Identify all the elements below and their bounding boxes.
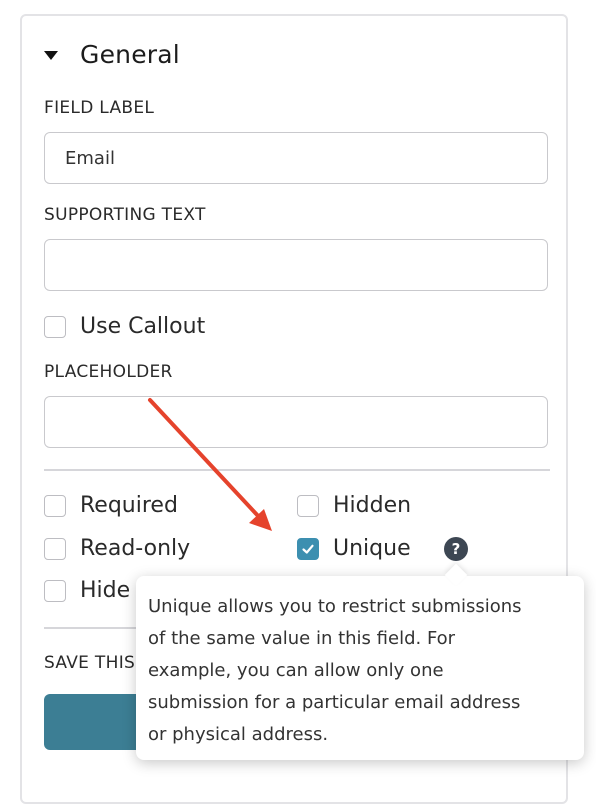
required-checkbox[interactable]: Required bbox=[44, 493, 178, 518]
tooltip-text: Unique allows you to restrict submission… bbox=[148, 591, 572, 751]
read-only-label: Read-only bbox=[80, 536, 191, 561]
supporting-text-input[interactable] bbox=[44, 239, 548, 291]
supporting-text-heading: SUPPORTING TEXT bbox=[44, 205, 206, 225]
required-label: Required bbox=[80, 493, 178, 518]
tooltip-line: or physical address. bbox=[148, 724, 329, 745]
checkbox-box[interactable] bbox=[44, 494, 66, 517]
tooltip-line: of the same value in this field. For bbox=[148, 628, 456, 649]
placeholder-heading: PLACEHOLDER bbox=[44, 362, 173, 382]
tooltip-line: example, you can allow only one bbox=[148, 660, 444, 681]
save-section-heading: SAVE THIS bbox=[44, 653, 136, 673]
unique-label: Unique bbox=[333, 536, 411, 561]
checkbox-box-checked[interactable] bbox=[297, 537, 319, 560]
hidden-label: Hidden bbox=[333, 493, 412, 518]
use-callout-checkbox[interactable]: Use Callout bbox=[44, 314, 205, 339]
triangle-down-icon bbox=[44, 51, 58, 60]
check-icon bbox=[302, 544, 314, 554]
field-label-input[interactable] bbox=[44, 132, 548, 184]
unique-help-tooltip: Unique allows you to restrict submission… bbox=[136, 576, 584, 760]
hidden-checkbox[interactable]: Hidden bbox=[297, 493, 411, 518]
tooltip-line: Unique allows you to restrict submission… bbox=[148, 596, 522, 617]
checkbox-box[interactable] bbox=[44, 315, 66, 338]
divider bbox=[44, 469, 550, 471]
unique-checkbox[interactable]: Unique bbox=[297, 536, 411, 561]
checkbox-box[interactable] bbox=[44, 537, 66, 560]
section-header-general[interactable]: General bbox=[44, 40, 180, 69]
tooltip-line: submission for a particular email addres… bbox=[148, 692, 521, 713]
field-label-heading: FIELD LABEL bbox=[44, 98, 155, 118]
hide-checkbox[interactable]: Hide bbox=[44, 578, 130, 603]
checkbox-box[interactable] bbox=[297, 494, 319, 517]
placeholder-input[interactable] bbox=[44, 396, 548, 448]
question-circle-icon[interactable]: ? bbox=[444, 537, 468, 561]
read-only-checkbox[interactable]: Read-only bbox=[44, 536, 190, 561]
hide-label: Hide bbox=[80, 578, 131, 603]
checkbox-box[interactable] bbox=[44, 579, 66, 602]
section-title: General bbox=[80, 40, 180, 69]
use-callout-label: Use Callout bbox=[80, 314, 206, 339]
